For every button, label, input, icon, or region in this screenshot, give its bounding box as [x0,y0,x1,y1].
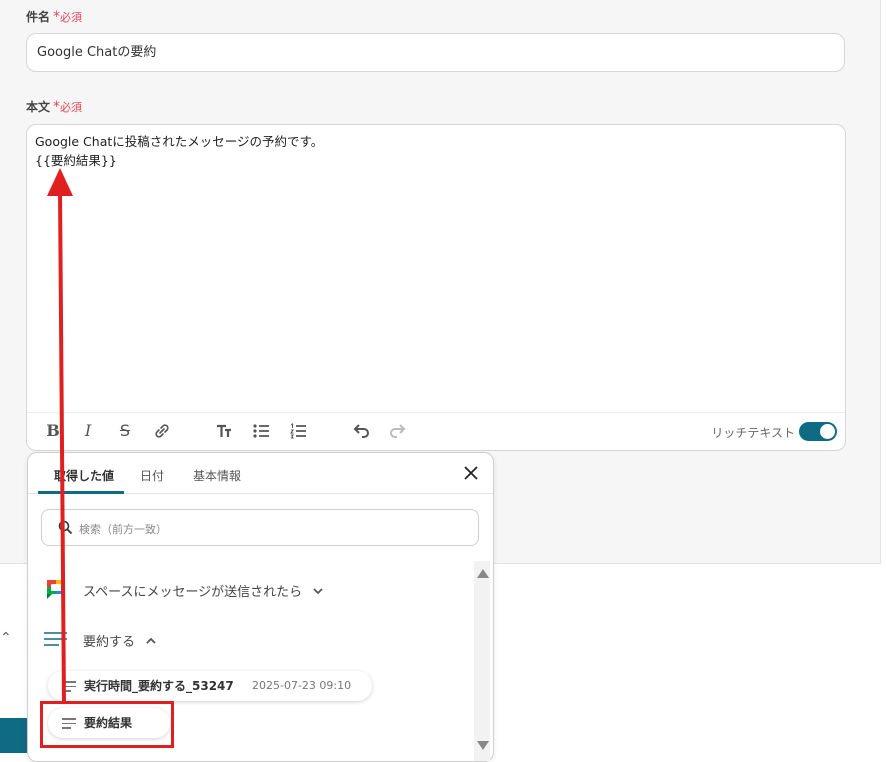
subject-label: 件名 *必須 [26,8,82,25]
required-text: 必須 [60,11,83,24]
scrollbar[interactable] [474,561,490,761]
active-tab-indicator [38,491,124,494]
close-icon[interactable] [461,463,481,483]
editor-toolbar: B I S リッチテキスト [27,412,845,450]
required-text: 必須 [60,101,83,114]
item-value: 2025-07-23 09:10 [252,679,352,692]
editor-content[interactable]: Google Chatに投稿されたメッセージの予約です。 {{要約結果}} [35,132,323,170]
redo-icon[interactable] [387,420,409,442]
text-size-icon[interactable] [213,420,235,442]
italic-icon[interactable]: I [77,420,99,442]
rich-text-label: リッチテキスト [711,426,795,440]
chevron-up-icon: ⌃ [0,630,12,646]
body-label-text: 本文 [26,100,51,114]
chevron-down-icon [313,588,323,595]
search-placeholder: 検索（前方一致） [79,523,167,536]
subject-label-text: 件名 [26,10,51,24]
strikethrough-icon[interactable]: S [114,420,136,442]
section-space-message[interactable]: スペースにメッセージが送信されたら [83,581,324,600]
bullet-list-icon[interactable] [250,420,272,442]
link-icon[interactable] [151,420,173,442]
tab-date[interactable]: 日付 [140,467,164,484]
chevron-up-icon [146,637,156,644]
numbered-list-icon[interactable] [287,420,309,442]
search-input[interactable]: 検索（前方一致） [41,509,479,546]
rich-text-toggle[interactable] [799,422,837,441]
body-label: 本文 *必須 [26,98,82,115]
highlight-box [40,701,174,748]
background-button-edge [0,718,27,753]
required-badge: *必須 [53,9,83,25]
editor-line-2: {{要約結果}} [35,153,117,168]
body-editor[interactable]: Google Chatに投稿されたメッセージの予約です。 {{要約結果}} B … [26,124,846,451]
item-label: 実行時間_要約する_53247 [84,679,234,693]
toggle-knob [820,424,835,439]
google-chat-icon [45,578,67,604]
required-badge: *必須 [53,99,83,115]
section-label: スペースにメッセージが送信されたら [83,585,303,600]
scroll-down-icon[interactable] [477,741,489,750]
subject-input[interactable]: Google Chatの要約 [26,33,845,72]
undo-icon[interactable] [350,420,372,442]
scroll-up-icon[interactable] [477,569,489,578]
section-label: 要約する [83,635,136,650]
bold-icon[interactable]: B [42,420,64,442]
value-item-execution-time[interactable]: 実行時間_要約する_53247 2025-07-23 09:10 [48,671,372,701]
section-summarize[interactable]: 要約する [83,631,157,650]
text-lines-icon [62,681,76,695]
editor-line-1: Google Chatに投稿されたメッセージの予約です。 [35,134,324,149]
tab-acquired-values[interactable]: 取得した値 [54,467,114,484]
text-lines-icon [43,631,69,651]
search-icon [58,520,73,535]
tab-basic-info[interactable]: 基本情報 [193,467,241,484]
